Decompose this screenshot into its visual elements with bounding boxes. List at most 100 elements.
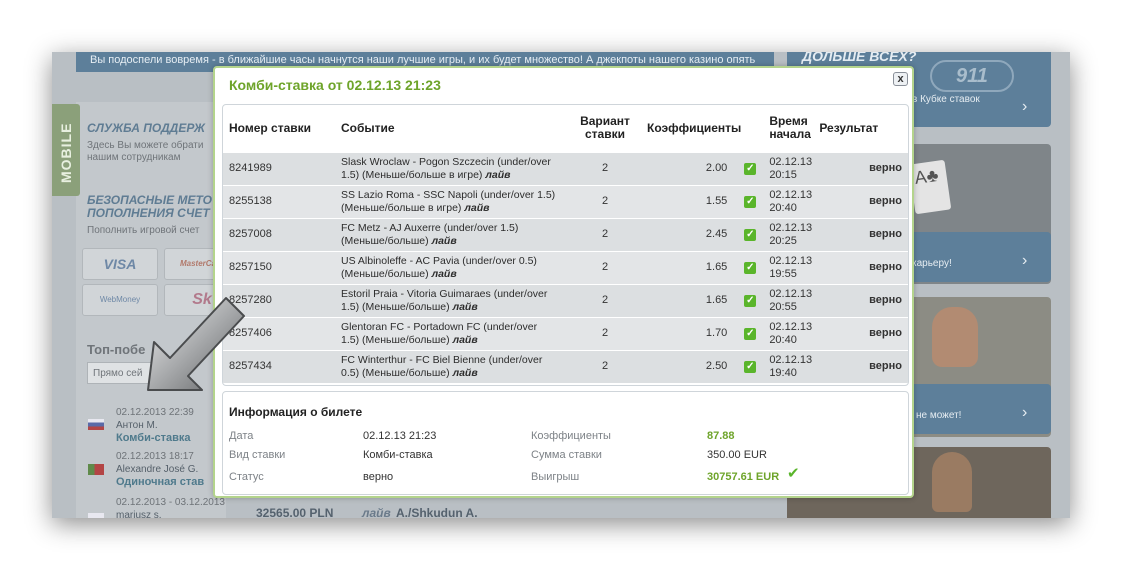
support-text-1: Здесь Вы можете обрати <box>87 140 204 151</box>
payments-text: Пополнить игровой счет <box>87 225 200 236</box>
bet-start: 02.12.13 20:40 <box>759 316 816 350</box>
bet-variant: 2 <box>575 217 635 251</box>
col-start: Время начала <box>769 114 811 142</box>
bet-variant: 2 <box>575 283 635 317</box>
bet-start: 02.12.13 20:25 <box>759 217 816 251</box>
mobile-tab-label: MOBILE <box>58 122 74 183</box>
bet-event: Glentoran FC - Portadown FC (under/over 1… <box>335 316 575 350</box>
bet-details-modal: Комби-ставка от 02.12.13 21:23 x Номер с… <box>213 66 914 498</box>
bets-table: Номер ставки Событие Вариант ставки Коэфф… <box>223 105 908 383</box>
table-row: 8257280 Estoril Praia - Vitoria Guimarae… <box>223 283 908 317</box>
table-row: 8241989 Slask Wroclaw - Pogon Szczecin (… <box>223 151 908 185</box>
casino-photo <box>932 452 972 512</box>
chevron-right-icon[interactable]: › <box>1022 404 1042 422</box>
bet-coef: 2.45 <box>635 217 742 251</box>
winner-item-3[interactable]: 02.12.2013 - 03.12.2013 mariusz s. <box>116 496 256 518</box>
bottom-live-label: лайв <box>362 506 391 518</box>
bet-number: 8255138 <box>223 184 335 218</box>
promo-911-badge: 911 <box>930 60 1014 92</box>
bet-result: верно <box>815 316 908 350</box>
bet-result: верно <box>815 283 908 317</box>
ticket-info-panel: Информация о билете Дата 02.12.13 21:23 … <box>222 391 909 495</box>
top-winners-title: Топ-побе <box>87 342 146 357</box>
bet-result: верно <box>815 151 908 185</box>
chevron-right-icon[interactable]: › <box>1022 98 1042 116</box>
bet-result: верно <box>815 250 908 284</box>
russia-flag-icon <box>88 419 104 430</box>
winnings-check-icon: ✔ <box>787 465 800 482</box>
date-label: Дата <box>229 430 254 442</box>
col-number: Номер ставки <box>229 120 312 135</box>
bet-event: Estoril Praia - Vitoria Guimaraes (under… <box>335 283 575 317</box>
bet-event: FC Metz - AJ Auxerre (under/over 1.5) (Ме… <box>335 217 575 251</box>
bet-coef: 1.65 <box>635 283 742 317</box>
bet-event: US Albinoleffe - AC Pavia (under/over 0.… <box>335 250 575 284</box>
winner-amount: 32565.00 PLN <box>256 506 334 518</box>
winner-name: mariusz s. <box>116 510 162 518</box>
winnings-value: 30757.61 EUR <box>707 471 780 483</box>
bet-coef: 2.50 <box>635 349 742 383</box>
support-text-2: нашим сотрудникам <box>87 152 181 163</box>
close-button[interactable]: x <box>893 72 908 86</box>
check-icon: ✓ <box>744 229 757 241</box>
bet-result: верно <box>815 184 908 218</box>
modal-title: Комби-ставка от 02.12.13 21:23 <box>229 77 441 93</box>
total-coef-label: Коэффициенты <box>531 430 611 442</box>
table-row: 8257008 FC Metz - AJ Auxerre (under/over… <box>223 217 908 251</box>
bet-type-label: Вид ставки <box>229 449 286 461</box>
poland-flag-icon <box>88 513 104 518</box>
col-event: Событие <box>341 120 395 135</box>
bet-coef: 1.65 <box>635 250 742 284</box>
status-value: верно <box>363 471 394 483</box>
check-icon: ✓ <box>744 262 757 274</box>
right-promo-title: ДОЛЬШЕ ВСЕХ? <box>802 52 917 64</box>
check-icon: ✓ <box>744 196 757 208</box>
check-icon: ✓ <box>744 328 757 340</box>
stake-value: 350.00 EUR <box>707 449 767 461</box>
bet-variant: 2 <box>575 349 635 383</box>
bet-variant: 2 <box>575 184 635 218</box>
winnings-label: Выигрыш <box>531 471 580 483</box>
col-variant: Вариант ставки <box>580 114 630 142</box>
bet-coef: 2.00 <box>635 151 742 185</box>
bet-number: 8257150 <box>223 250 335 284</box>
check-icon: ✓ <box>744 163 757 175</box>
bets-table-container: Номер ставки Событие Вариант ставки Коэфф… <box>222 104 909 386</box>
portugal-flag-icon <box>88 464 104 475</box>
stake-label: Сумма ставки <box>531 449 602 461</box>
bet-variant: 2 <box>575 316 635 350</box>
total-coef-value: 87.88 <box>707 430 735 442</box>
bet-coef: 1.70 <box>635 316 742 350</box>
status-label: Статус <box>229 471 264 483</box>
date-value: 02.12.13 21:23 <box>363 430 437 442</box>
table-header-row: Номер ставки Событие Вариант ставки Коэфф… <box>223 105 908 152</box>
table-row: 8257406 Glentoran FC - Portadown FC (und… <box>223 316 908 350</box>
check-icon: ✓ <box>744 295 757 307</box>
visa-logo[interactable]: VISA <box>82 248 158 280</box>
bet-start: 02.12.13 19:55 <box>759 250 816 284</box>
bet-variant: 2 <box>575 151 635 185</box>
right-promo-text-2: карьеру! <box>912 258 952 269</box>
chevron-right-icon[interactable]: › <box>1022 252 1042 270</box>
bottom-names: A./Shkudun A. <box>396 506 478 518</box>
annotation-arrow-icon <box>147 297 245 391</box>
table-row: 8257434 FC Winterthur - FC Biel Bienne (… <box>223 349 908 383</box>
ticket-info-title: Информация о билете <box>229 405 363 419</box>
bet-event: FC Winterthur - FC Biel Bienne (under/ov… <box>335 349 575 383</box>
bet-coef: 1.55 <box>635 184 742 218</box>
bet-event: SS Lazio Roma - SSC Napoli (under/over 1… <box>335 184 575 218</box>
col-check <box>741 105 759 152</box>
col-result: Результат <box>819 120 879 135</box>
bet-start: 02.12.13 20:40 <box>759 184 816 218</box>
mobile-tab[interactable]: MOBILE <box>52 104 80 196</box>
col-coef: Коэффициенты <box>647 120 742 135</box>
check-icon: ✓ <box>744 361 757 374</box>
playing-card-icon: A♣ <box>908 159 952 215</box>
bet-type-value: Комби-ставка <box>363 449 433 461</box>
bet-variant: 2 <box>575 250 635 284</box>
bet-start: 02.12.13 20:15 <box>759 151 816 185</box>
bet-number: 8241989 <box>223 151 335 185</box>
table-row: 8257150 US Albinoleffe - AC Pavia (under… <box>223 250 908 284</box>
bet-start: 02.12.13 20:55 <box>759 283 816 317</box>
support-title: СЛУЖБА ПОДДЕРЖ <box>87 121 206 135</box>
